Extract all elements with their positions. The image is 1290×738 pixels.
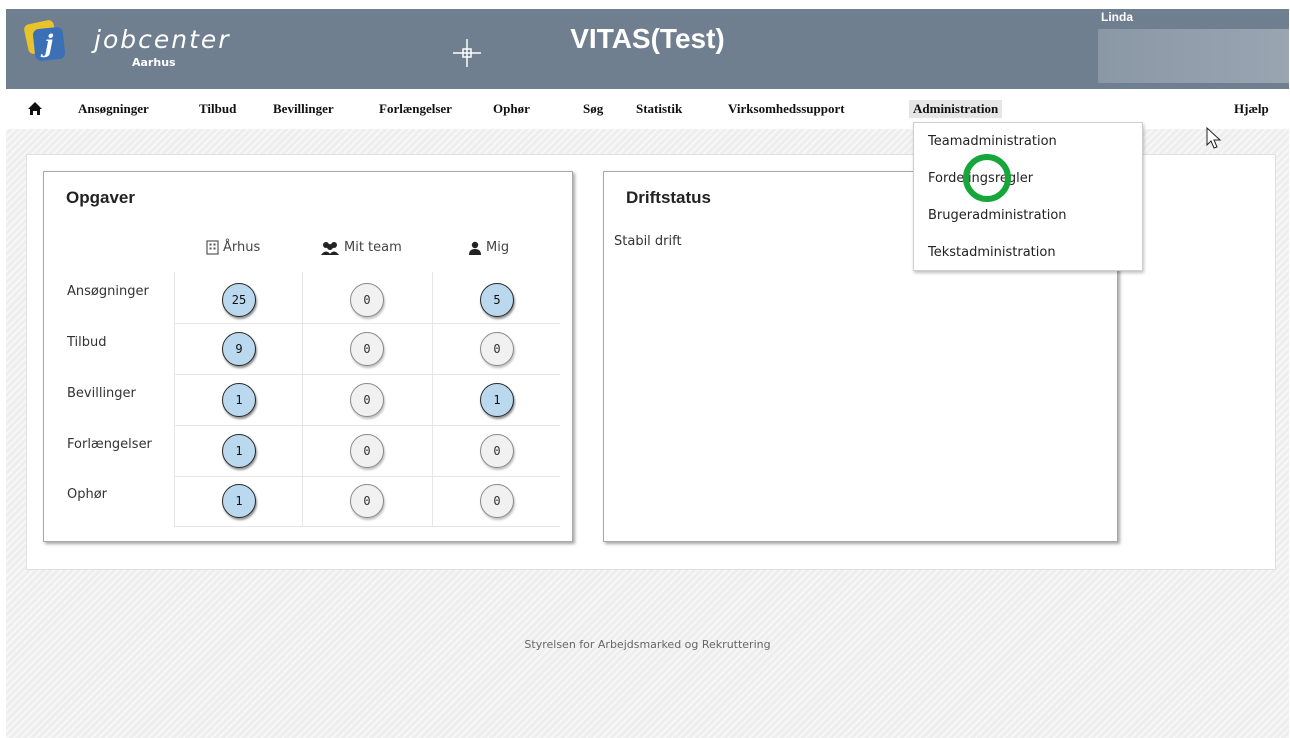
menu-item-brugeradministration[interactable]: Brugeradministration xyxy=(928,208,1067,223)
grid-divider xyxy=(432,272,433,526)
column-mig-label: Mig xyxy=(486,240,510,255)
column-mit-team: Mit team xyxy=(320,240,402,255)
app-title: VITAS(Test) xyxy=(570,23,725,54)
grid-divider xyxy=(174,272,175,526)
count-arhus-ansogninger[interactable]: 25 xyxy=(222,283,256,317)
status-text: Stabil drift xyxy=(614,234,682,249)
tasks-title: Opgaver xyxy=(66,188,135,207)
grid-divider xyxy=(174,323,560,324)
grid-divider xyxy=(174,374,560,375)
click-highlight-circle xyxy=(963,154,1011,202)
count-mig-forlaengelser[interactable]: 0 xyxy=(480,434,514,468)
column-arhus: Århus xyxy=(206,240,260,255)
count-mig-ansogninger[interactable]: 5 xyxy=(480,283,514,317)
grid-divider xyxy=(302,272,303,526)
nav-ansogninger[interactable]: Ansøgninger xyxy=(78,101,149,117)
footer-text: Styrelsen for Arbejdsmarked og Rekrutter… xyxy=(524,638,771,651)
status-title: Driftstatus xyxy=(626,188,712,207)
row-label-tilbud: Tilbud xyxy=(67,335,107,350)
nav-help[interactable]: Hjælp xyxy=(1234,101,1269,117)
count-team-tilbud[interactable]: 0 xyxy=(350,332,384,366)
count-team-ansogninger[interactable]: 0 xyxy=(350,283,384,317)
tasks-panel: Opgaver Århus Mit team Mig Ansøgninger 2… xyxy=(43,171,573,542)
nav-statistik[interactable]: Statistik xyxy=(636,101,682,117)
count-team-ophor[interactable]: 0 xyxy=(350,484,384,518)
row-label-ophor: Ophør xyxy=(67,487,108,502)
count-mig-ophor[interactable]: 0 xyxy=(480,484,514,518)
count-arhus-bevillinger[interactable]: 1 xyxy=(222,383,256,417)
row-label-forlaengelser: Forlængelser xyxy=(67,437,152,452)
nav-virksomhedssupport[interactable]: Virksomhedssupport xyxy=(728,101,845,117)
user-name[interactable]: Linda xyxy=(1101,10,1133,24)
row-label-bevillinger: Bevillinger xyxy=(67,386,136,401)
nav-administration[interactable]: Administration xyxy=(909,100,1003,118)
nav-ophor[interactable]: Ophør xyxy=(493,101,530,117)
grid-divider xyxy=(174,425,560,426)
administration-dropdown: Teamadministration Fordelingsregler Brug… xyxy=(913,122,1143,271)
count-arhus-tilbud[interactable]: 9 xyxy=(222,332,256,366)
nav-sog[interactable]: Søg xyxy=(583,101,603,117)
user-info-redacted xyxy=(1098,29,1289,83)
user-icon xyxy=(469,241,481,255)
brand-location: Aarhus xyxy=(132,56,176,69)
count-arhus-ophor[interactable]: 1 xyxy=(222,484,256,518)
count-team-forlaengelser[interactable]: 0 xyxy=(350,434,384,468)
grid-divider xyxy=(174,526,560,527)
count-team-bevillinger[interactable]: 0 xyxy=(350,383,384,417)
column-mit-team-label: Mit team xyxy=(344,240,402,255)
count-mig-bevillinger[interactable]: 1 xyxy=(480,383,514,417)
mouse-cursor-icon xyxy=(1206,127,1222,149)
team-icon xyxy=(321,241,339,255)
app-window: j jobcenter Aarhus VITAS(Test) Linda Ans… xyxy=(6,9,1289,738)
column-mig: Mig xyxy=(468,240,509,255)
nav-bevillinger[interactable]: Bevillinger xyxy=(273,101,334,117)
building-icon xyxy=(206,240,219,255)
nav-tilbud[interactable]: Tilbud xyxy=(199,101,236,117)
header-bar: j jobcenter Aarhus VITAS(Test) Linda xyxy=(6,9,1289,89)
home-icon[interactable] xyxy=(27,101,43,116)
grid-divider xyxy=(174,476,560,477)
menu-item-tekstadministration[interactable]: Tekstadministration xyxy=(928,245,1056,260)
column-arhus-label: Århus xyxy=(223,240,261,255)
nav-forlaengelser[interactable]: Forlængelser xyxy=(379,101,452,117)
count-arhus-forlaengelser[interactable]: 1 xyxy=(222,434,256,468)
count-mig-tilbud[interactable]: 0 xyxy=(480,332,514,366)
row-label-ansogninger: Ansøgninger xyxy=(67,284,149,299)
menu-item-teamadministration[interactable]: Teamadministration xyxy=(928,134,1057,149)
